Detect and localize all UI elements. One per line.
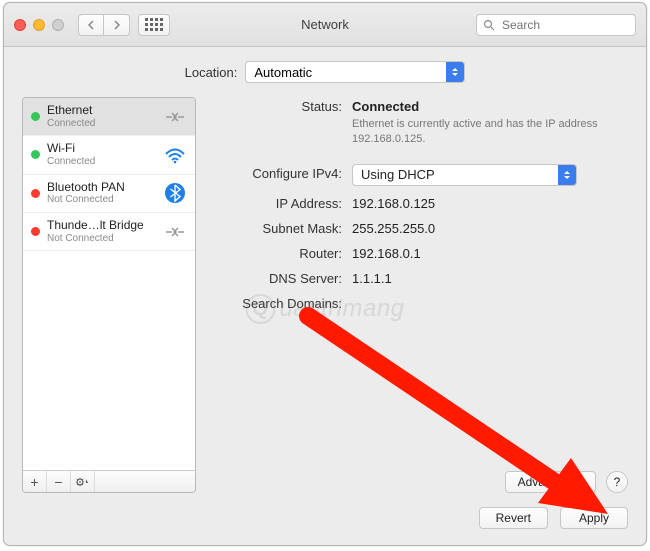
bluetooth-icon xyxy=(163,181,187,205)
interface-list: Ethernet Connected xyxy=(23,98,195,470)
wifi-icon xyxy=(163,143,187,167)
actions-menu-button[interactable] xyxy=(71,471,95,492)
details-pane: Status: Connected Ethernet is currently … xyxy=(212,97,628,493)
search-field[interactable] xyxy=(476,14,636,36)
traffic-lights xyxy=(14,19,64,31)
status-dot-icon xyxy=(31,150,40,159)
status-dot-icon xyxy=(31,112,40,121)
sidebar-item-name: Bluetooth PAN xyxy=(47,181,125,195)
back-button[interactable] xyxy=(78,14,104,36)
show-all-button[interactable] xyxy=(138,14,170,36)
sidebar-item-name: Thunde…lt Bridge xyxy=(47,219,144,233)
revert-button[interactable]: Revert xyxy=(479,507,548,529)
footer-buttons: Revert Apply xyxy=(22,493,628,529)
search-domains-value xyxy=(352,294,628,311)
dns-server-label: DNS Server: xyxy=(212,269,352,286)
close-icon[interactable] xyxy=(14,19,26,31)
location-select[interactable]: Automatic xyxy=(245,61,465,83)
router-value: 192.168.0.1 xyxy=(352,244,628,261)
add-interface-button[interactable]: + xyxy=(23,471,47,492)
sidebar-item-ethernet[interactable]: Ethernet Connected xyxy=(23,98,195,136)
status-label: Status: xyxy=(212,97,352,148)
status-value: Connected xyxy=(352,99,419,114)
sidebar-item-status: Connected xyxy=(47,156,95,168)
interface-sidebar: Ethernet Connected xyxy=(22,97,196,493)
location-row: Location: Automatic xyxy=(22,61,628,83)
body: Location: Automatic Ethernet Co xyxy=(4,47,646,545)
remove-interface-button[interactable]: − xyxy=(47,471,71,492)
sidebar-item-thunderbolt-bridge[interactable]: Thunde…lt Bridge Not Connected xyxy=(23,213,195,251)
ip-address-value: 192.168.0.125 xyxy=(352,194,628,211)
subnet-mask-label: Subnet Mask: xyxy=(212,219,352,236)
search-domains-label: Search Domains: xyxy=(212,294,352,311)
sidebar-item-status: Not Connected xyxy=(47,194,125,206)
minimize-icon[interactable] xyxy=(33,19,45,31)
network-preferences-window: Network Location: Automatic xyxy=(3,2,647,546)
configure-ipv4-value: Using DHCP xyxy=(361,167,435,182)
status-dot-icon xyxy=(31,189,40,198)
sidebar-wrap: Ethernet Connected xyxy=(22,97,196,493)
search-icon xyxy=(483,19,495,31)
router-label: Router: xyxy=(212,244,352,261)
subnet-mask-value: 255.255.255.0 xyxy=(352,219,628,236)
sidebar-item-name: Ethernet xyxy=(47,104,95,118)
zoom-icon[interactable] xyxy=(52,19,64,31)
location-value: Automatic xyxy=(254,65,312,80)
search-input[interactable] xyxy=(500,17,629,33)
sidebar-item-status: Connected xyxy=(47,118,95,130)
nav-back-forward xyxy=(78,14,130,36)
chevron-updown-icon xyxy=(558,165,576,185)
sidebar-item-name: Wi-Fi xyxy=(47,142,95,156)
advanced-button[interactable]: Advanced… xyxy=(505,471,596,493)
thunderbolt-bridge-icon xyxy=(163,220,187,244)
sidebar-footer: + − xyxy=(23,470,195,492)
sidebar-item-wifi[interactable]: Wi-Fi Connected xyxy=(23,136,195,174)
status-description: Ethernet is currently active and has the… xyxy=(352,117,612,148)
main-row: Ethernet Connected xyxy=(22,97,628,493)
gear-icon xyxy=(75,476,90,488)
location-label: Location: xyxy=(185,65,238,80)
configure-ipv4-select[interactable]: Using DHCP xyxy=(352,164,577,186)
apply-button[interactable]: Apply xyxy=(560,507,628,529)
configure-ipv4-label: Configure IPv4: xyxy=(212,164,352,186)
sidebar-item-bluetooth-pan[interactable]: Bluetooth PAN Not Connected xyxy=(23,175,195,213)
ethernet-icon xyxy=(163,105,187,129)
dns-server-value: 1.1.1.1 xyxy=(352,269,628,286)
sidebar-item-status: Not Connected xyxy=(47,233,144,245)
titlebar: Network xyxy=(4,3,646,47)
status-dot-icon xyxy=(31,227,40,236)
help-button[interactable]: ? xyxy=(606,471,628,493)
forward-button[interactable] xyxy=(104,14,130,36)
chevron-updown-icon xyxy=(446,62,464,82)
ip-address-label: IP Address: xyxy=(212,194,352,211)
